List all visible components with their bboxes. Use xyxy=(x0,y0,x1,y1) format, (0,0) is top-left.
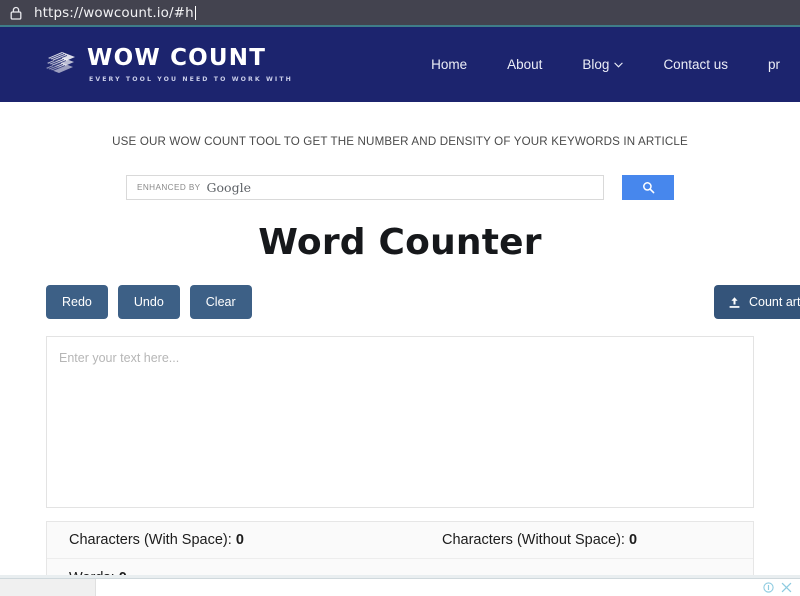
upload-icon xyxy=(729,296,740,308)
stacked-layers-logo-icon xyxy=(46,52,75,74)
ad-left-rail xyxy=(0,579,96,596)
count-articles-label: Count articles xyxy=(749,295,800,309)
stat-label: Characters (With Space): xyxy=(69,532,232,548)
nav-item-contact-us[interactable]: Contact us xyxy=(643,57,748,72)
main-navigation: Home About Blog Contact us pr xyxy=(411,27,800,102)
ad-body[interactable] xyxy=(96,579,763,596)
nav-label: About xyxy=(507,57,543,72)
search-enhanced-label: ENHANCED BY xyxy=(137,183,201,192)
search-input[interactable]: ENHANCED BY Google xyxy=(126,175,604,200)
stat-characters-with-space: Characters (With Space): 0 xyxy=(47,532,400,548)
text-editor-wrap xyxy=(0,336,800,513)
lock-icon xyxy=(10,6,22,20)
redo-button[interactable]: Redo xyxy=(46,285,108,319)
history-button-group: Redo Undo Clear xyxy=(46,285,252,319)
google-search-row: ENHANCED BY Google xyxy=(0,175,800,200)
editor-toolbar: Redo Undo Clear Count articles xyxy=(0,285,800,319)
nav-label: Blog xyxy=(582,57,610,72)
stat-value: 0 xyxy=(235,532,244,548)
page-tagline-row: USE OUR WOW COUNT TOOL TO GET THE NUMBER… xyxy=(0,102,800,150)
ad-controls xyxy=(763,582,800,593)
clear-button[interactable]: Clear xyxy=(189,285,252,319)
nav-label: Contact us xyxy=(663,57,728,72)
nav-item-home[interactable]: Home xyxy=(411,57,487,72)
search-provider-label: Google xyxy=(206,180,251,195)
nav-label: pr xyxy=(767,57,780,72)
nav-item-about[interactable]: About xyxy=(487,57,562,72)
brand-logo[interactable]: WOW COUNT EVERY TOOL YOU NEED TO WORK WI… xyxy=(0,45,293,83)
nav-item-privacy[interactable]: pr xyxy=(748,57,800,72)
ad-banner xyxy=(0,578,800,596)
ad-info-icon[interactable] xyxy=(763,582,774,593)
count-articles-button[interactable]: Count articles xyxy=(714,285,800,319)
stat-characters-without-space: Characters (Without Space): 0 xyxy=(400,532,753,548)
search-button[interactable] xyxy=(622,175,674,200)
nav-item-blog[interactable]: Blog xyxy=(562,57,643,72)
stat-label: Characters (Without Space): xyxy=(442,532,625,548)
nav-label: Home xyxy=(431,57,468,72)
brand-tagline: EVERY TOOL YOU NEED TO WORK WITH xyxy=(89,75,293,83)
site-header: WOW COUNT EVERY TOOL YOU NEED TO WORK WI… xyxy=(0,27,800,102)
undo-button[interactable]: Undo xyxy=(117,285,180,319)
stat-value: 0 xyxy=(628,532,638,548)
page-body: USE OUR WOW COUNT TOOL TO GET THE NUMBER… xyxy=(0,102,800,596)
page-tagline: USE OUR WOW COUNT TOOL TO GET THE NUMBER… xyxy=(112,135,688,148)
page-title: Word Counter xyxy=(258,222,542,263)
text-input[interactable] xyxy=(46,336,754,508)
search-icon xyxy=(642,182,654,194)
url-text: https://wowcount.io/#h xyxy=(34,4,194,21)
text-caret xyxy=(194,5,196,20)
ad-close-icon[interactable] xyxy=(781,582,792,593)
stats-row: Characters (With Space): 0 Characters (W… xyxy=(47,522,753,559)
chevron-down-icon xyxy=(614,62,624,68)
brand-name: WOW COUNT xyxy=(87,45,267,72)
browser-url-bar[interactable]: https://wowcount.io/#h xyxy=(0,0,800,27)
